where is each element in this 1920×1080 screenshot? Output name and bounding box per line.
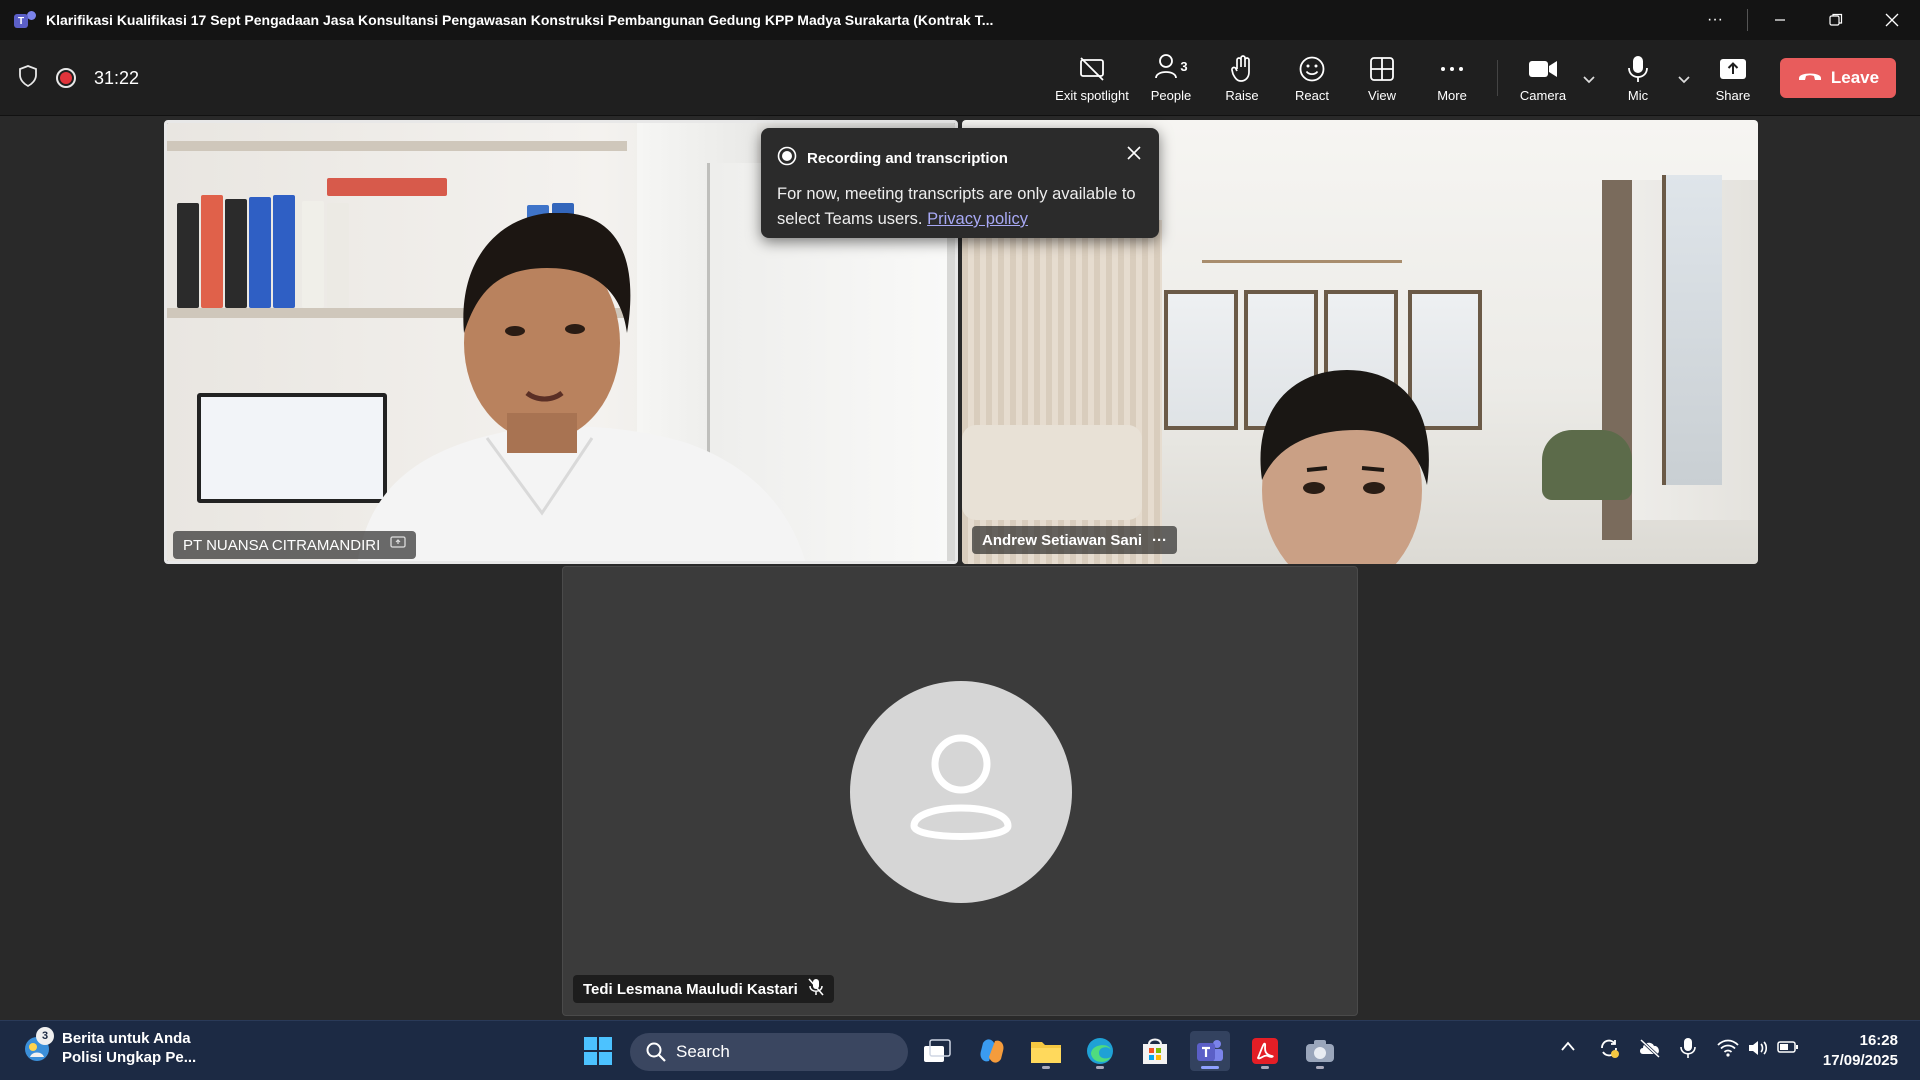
camera-icon xyxy=(1528,54,1558,84)
news-icon: 3 xyxy=(22,1027,54,1063)
news-headline-2: Polisi Ungkap Pe... xyxy=(62,1049,197,1066)
battery-icon[interactable] xyxy=(1777,1040,1799,1059)
start-button[interactable] xyxy=(578,1031,618,1071)
mic-button[interactable]: Mic xyxy=(1603,40,1673,116)
hang-up-icon xyxy=(1797,68,1823,88)
default-avatar xyxy=(850,681,1072,903)
news-headline-1: Berita untuk Anda xyxy=(62,1030,191,1047)
running-indicator xyxy=(1096,1066,1104,1069)
mic-options-chevron-icon[interactable] xyxy=(1677,72,1691,88)
participant-name-tag: Tedi Lesmana Mauludi Kastari xyxy=(573,975,834,1003)
participant-name: Tedi Lesmana Mauludi Kastari xyxy=(583,980,798,998)
microsoft-store-icon[interactable] xyxy=(1135,1031,1175,1071)
participant-name-tag: Andrew Setiawan Sani ··· xyxy=(972,526,1178,554)
exit-spotlight-button[interactable]: Exit spotlight xyxy=(1055,40,1129,116)
toolbar-divider xyxy=(1497,60,1498,96)
wifi-icon[interactable] xyxy=(1717,1039,1739,1062)
participant-name: PT NUANSA CITRAMANDIRI xyxy=(183,536,381,554)
teams-logo-icon: T xyxy=(14,11,36,29)
task-view-icon[interactable] xyxy=(917,1031,957,1071)
participant-figure xyxy=(1260,370,1429,564)
more-options-icon[interactable]: ··· xyxy=(1687,0,1743,40)
copilot-icon[interactable] xyxy=(972,1031,1012,1071)
taskbar-search[interactable]: Search xyxy=(630,1033,908,1071)
hand-icon xyxy=(1230,54,1254,84)
privacy-policy-link[interactable]: Privacy policy xyxy=(927,210,1028,228)
close-icon xyxy=(1127,146,1141,160)
camera-button[interactable]: Camera xyxy=(1508,40,1578,116)
exit-spotlight-icon xyxy=(1078,54,1106,84)
edge-browser-icon[interactable] xyxy=(1080,1031,1120,1071)
ellipsis-icon xyxy=(1439,54,1465,84)
popup-title: Recording and transcription xyxy=(807,149,1008,167)
audio-tile[interactable]: Tedi Lesmana Mauludi Kastari xyxy=(562,566,1358,1016)
close-popup-button[interactable] xyxy=(1123,142,1145,164)
recording-icon xyxy=(777,146,797,170)
clock-time: 16:28 xyxy=(1859,1032,1898,1049)
acrobat-icon[interactable] xyxy=(1245,1031,1285,1071)
windows-logo-icon xyxy=(584,1037,612,1065)
more-button[interactable]: More xyxy=(1417,40,1487,116)
camera-options-chevron-icon[interactable] xyxy=(1582,72,1596,88)
recording-indicator-icon xyxy=(56,68,76,88)
running-indicator xyxy=(1261,1066,1269,1069)
microphone-icon xyxy=(1627,54,1649,84)
search-icon xyxy=(646,1042,666,1062)
clock-date: 17/09/2025 xyxy=(1822,1052,1898,1069)
news-badge: 3 xyxy=(36,1027,54,1045)
share-button[interactable]: Share xyxy=(1698,40,1768,116)
camera-app-icon[interactable] xyxy=(1300,1031,1340,1071)
chevron-up-icon[interactable] xyxy=(1560,1039,1576,1057)
news-widget[interactable]: 3 Berita untuk Anda Polisi Ungkap Pe... xyxy=(22,1027,197,1067)
share-icon xyxy=(1719,54,1747,84)
divider xyxy=(1747,9,1748,31)
meeting-timer: 31:22 xyxy=(94,67,140,88)
running-indicator xyxy=(1316,1066,1324,1069)
person-icon xyxy=(910,734,1012,840)
mic-muted-icon xyxy=(808,978,824,1000)
file-explorer-icon[interactable] xyxy=(1026,1031,1066,1071)
grid-icon xyxy=(1369,54,1395,84)
people-button[interactable]: 3 People xyxy=(1136,40,1206,116)
running-indicator xyxy=(1201,1066,1219,1069)
recording-notice-popup: Recording and transcription For now, mee… xyxy=(761,128,1159,238)
people-icon xyxy=(1154,53,1178,84)
view-button[interactable]: View xyxy=(1347,40,1417,116)
minimize-button[interactable] xyxy=(1752,0,1808,40)
title-bar: T Klarifikasi Kualifikasi 17 Sept Pengad… xyxy=(0,0,1920,40)
window-title: Klarifikasi Kualifikasi 17 Sept Pengadaa… xyxy=(46,12,994,28)
leave-button[interactable]: Leave xyxy=(1780,58,1896,98)
volume-icon[interactable] xyxy=(1748,1039,1770,1062)
shield-icon[interactable] xyxy=(18,64,38,92)
screen-share-icon xyxy=(390,536,406,554)
windows-taskbar: 3 Berita untuk Anda Polisi Ungkap Pe... … xyxy=(0,1020,1920,1080)
people-count: 3 xyxy=(1180,59,1188,74)
raise-hand-button[interactable]: Raise xyxy=(1207,40,1277,116)
onedrive-offline-icon[interactable] xyxy=(1638,1038,1662,1063)
react-button[interactable]: React xyxy=(1277,40,1347,116)
running-indicator xyxy=(1042,1066,1050,1069)
meeting-toolbar: 31:22 Exit spotlight 3 People Raise Reac… xyxy=(0,40,1920,116)
teams-taskbar-icon[interactable] xyxy=(1190,1031,1230,1071)
restore-button[interactable] xyxy=(1808,0,1864,40)
microphone-tray-icon[interactable] xyxy=(1680,1037,1696,1064)
participant-more-options-icon[interactable]: ··· xyxy=(1152,532,1167,549)
participant-name: Andrew Setiawan Sani xyxy=(982,531,1143,549)
close-window-button[interactable] xyxy=(1864,0,1920,40)
participant-figure xyxy=(357,213,806,561)
participant-name-tag: PT NUANSA CITRAMANDIRI xyxy=(173,531,417,559)
sync-icon[interactable] xyxy=(1598,1037,1620,1064)
system-clock[interactable]: 16:28 17/09/2025 xyxy=(1823,1031,1898,1071)
popup-body: For now, meeting transcripts are only av… xyxy=(777,185,1136,228)
emoji-icon xyxy=(1298,54,1326,84)
